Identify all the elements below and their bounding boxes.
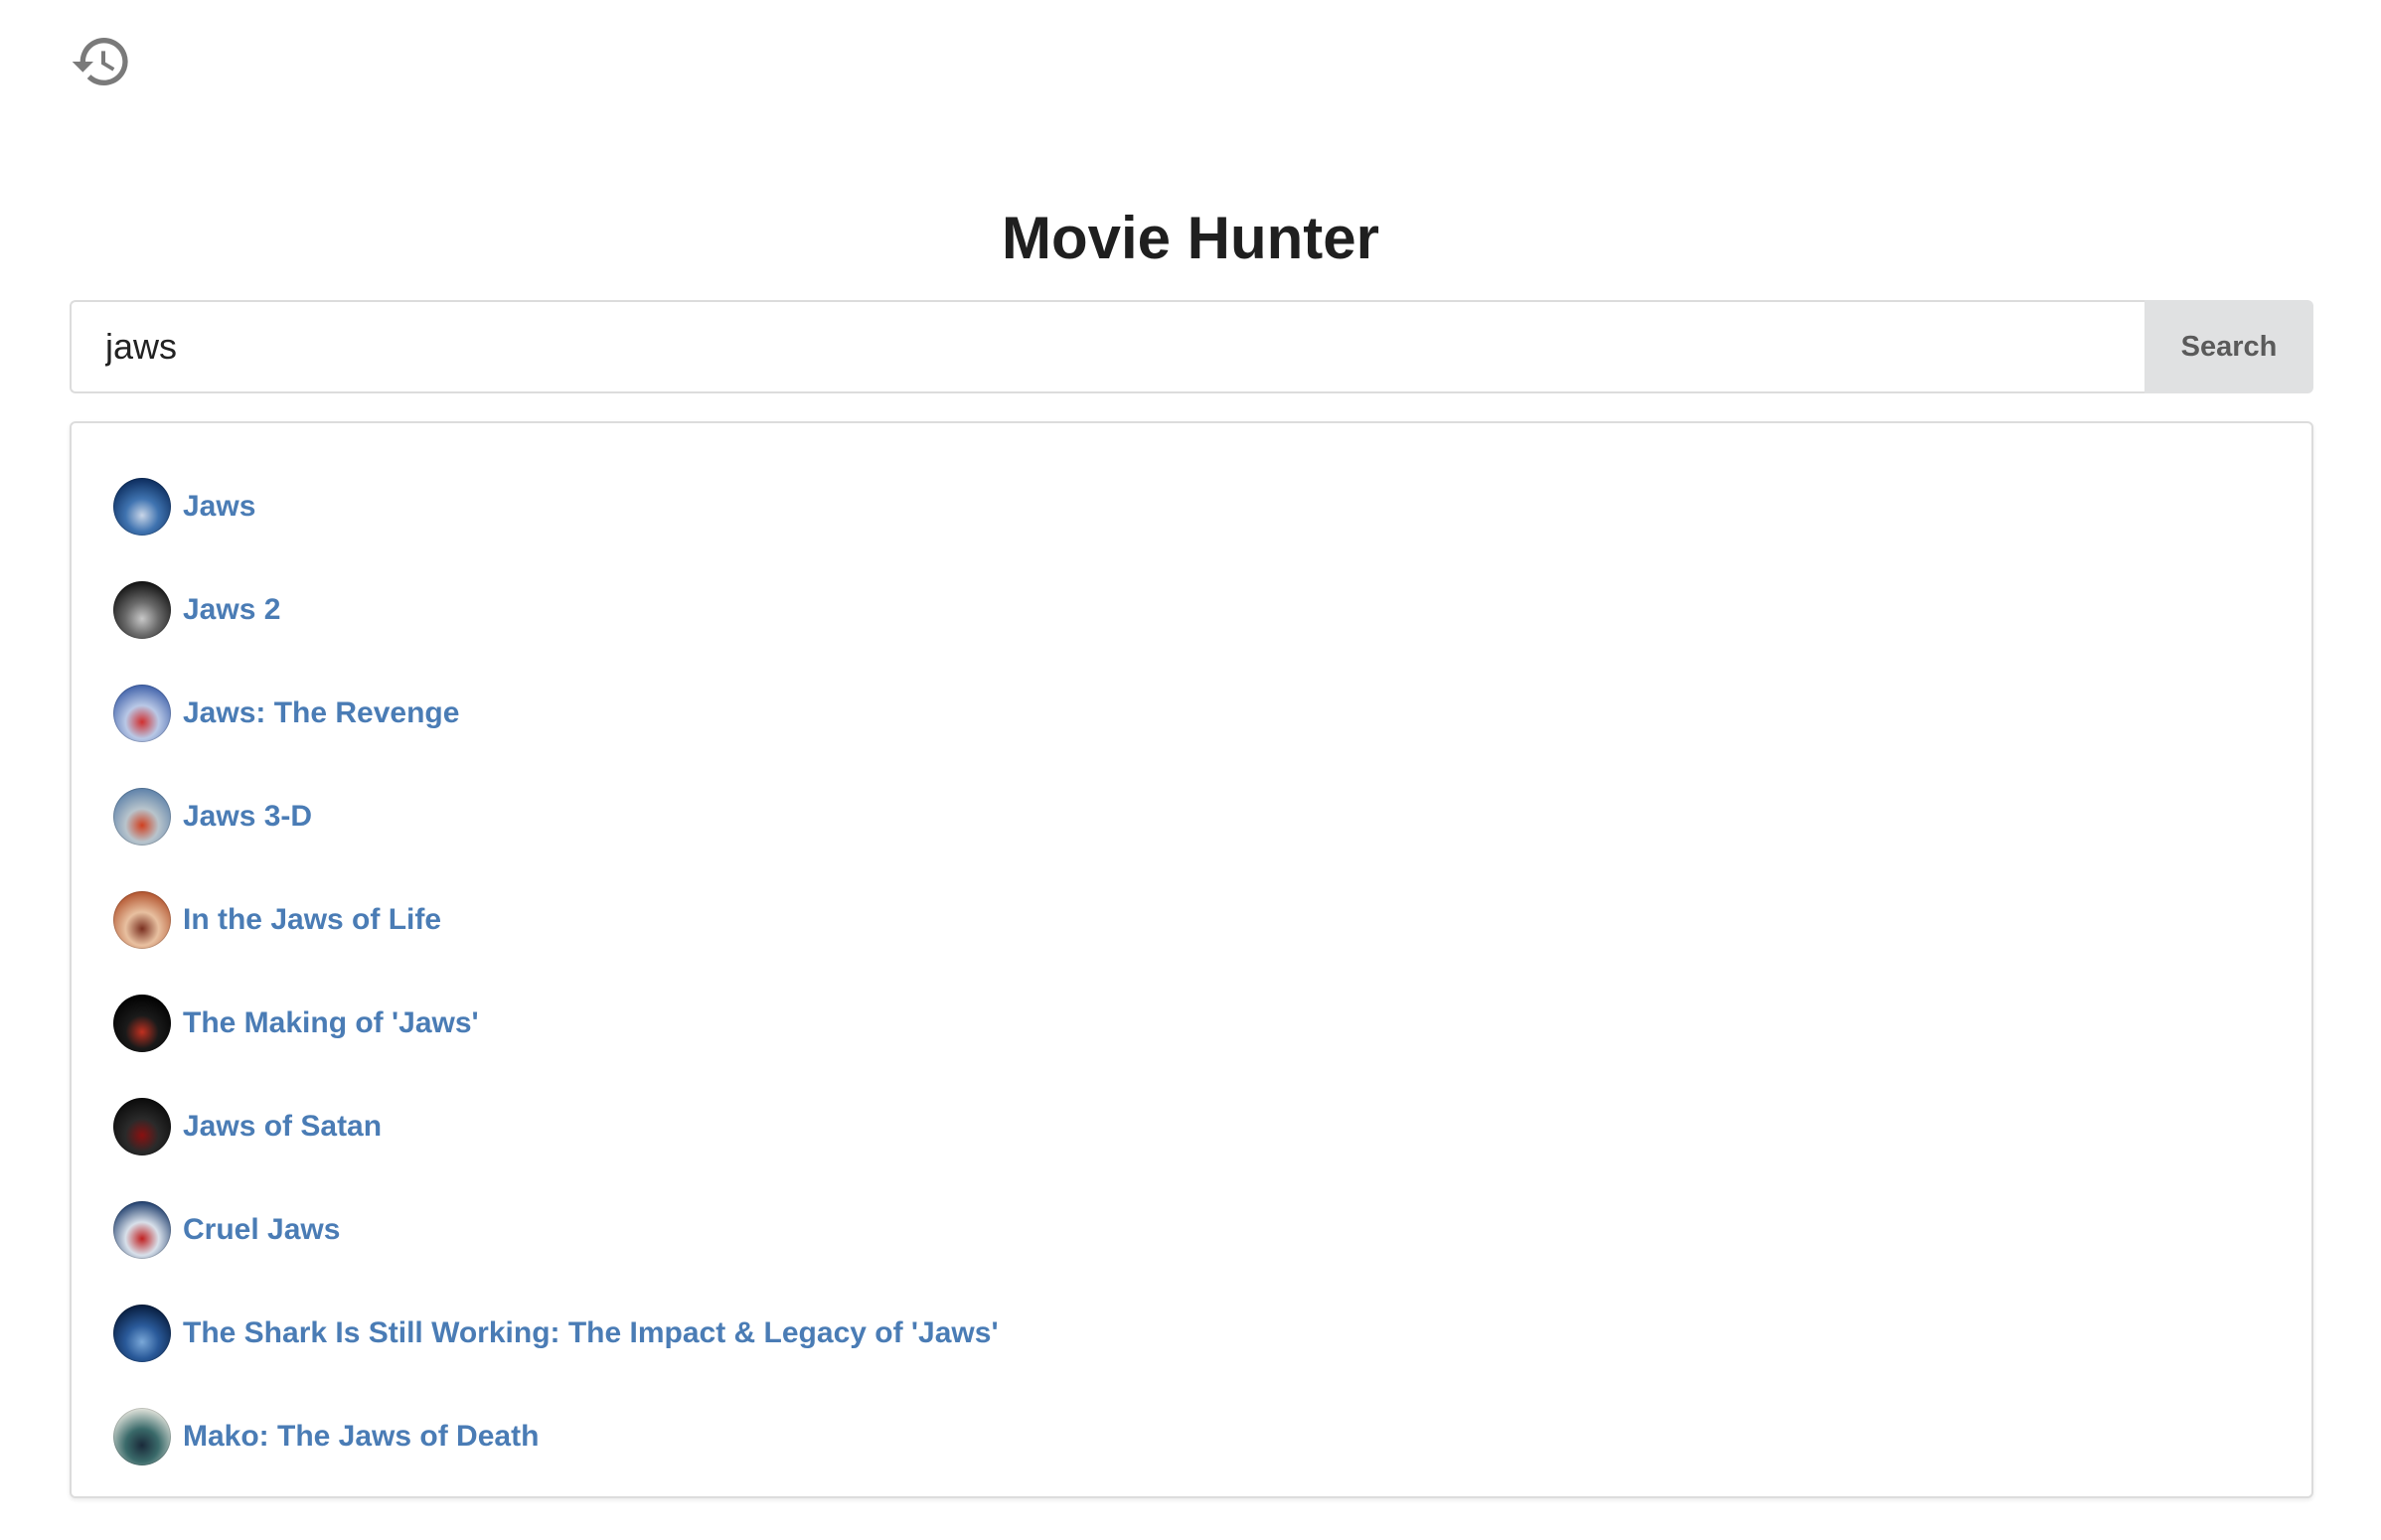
result-title-link[interactable]: Mako: The Jaws of Death [183, 1420, 539, 1454]
result-title-link[interactable]: Cruel Jaws [183, 1213, 340, 1247]
movie-poster-thumbnail [113, 1098, 171, 1155]
search-input[interactable] [70, 300, 2144, 393]
result-title-link[interactable]: The Shark Is Still Working: The Impact &… [183, 1316, 999, 1350]
search-button[interactable]: Search [2144, 300, 2313, 393]
result-title-link[interactable]: Jaws 2 [183, 593, 280, 627]
history-button[interactable] [66, 26, 137, 97]
result-title-link[interactable]: Jaws: The Revenge [183, 696, 459, 730]
movie-poster-thumbnail [113, 1201, 171, 1259]
result-title-link[interactable]: The Making of 'Jaws' [183, 1006, 479, 1040]
results-list: Jaws Jaws 2 Jaws: The Revenge Jaws 3-D In th… [70, 421, 2313, 1498]
movie-poster-thumbnail [113, 685, 171, 742]
result-item[interactable]: Jaws 2 [113, 558, 2270, 662]
page-title: Movie Hunter [1001, 205, 1380, 271]
history-icon [72, 38, 128, 86]
result-item[interactable]: The Making of 'Jaws' [113, 972, 2270, 1075]
movie-poster-thumbnail [113, 788, 171, 846]
movie-poster-thumbnail [113, 1305, 171, 1362]
result-title-link[interactable]: Jaws of Satan [183, 1110, 382, 1144]
result-item[interactable]: Jaws [113, 455, 2270, 558]
search-bar: Search [70, 300, 2313, 393]
result-item[interactable]: The Shark Is Still Working: The Impact &… [113, 1282, 2270, 1385]
result-item[interactable]: Jaws: The Revenge [113, 662, 2270, 765]
result-item[interactable]: Mako: The Jaws of Death [113, 1385, 2270, 1488]
result-item[interactable]: Jaws of Satan [113, 1075, 2270, 1178]
result-item[interactable]: In the Jaws of Life [113, 868, 2270, 972]
result-item[interactable]: Cruel Jaws [113, 1178, 2270, 1282]
movie-poster-thumbnail [113, 581, 171, 639]
movie-poster-thumbnail [113, 891, 171, 949]
movie-poster-thumbnail [113, 995, 171, 1052]
movie-poster-thumbnail [113, 1408, 171, 1465]
result-item[interactable]: Jaws 3-D [113, 765, 2270, 868]
result-title-link[interactable]: Jaws 3-D [183, 800, 312, 834]
movie-poster-thumbnail [113, 478, 171, 536]
result-title-link[interactable]: Jaws [183, 490, 255, 524]
result-title-link[interactable]: In the Jaws of Life [183, 903, 441, 937]
